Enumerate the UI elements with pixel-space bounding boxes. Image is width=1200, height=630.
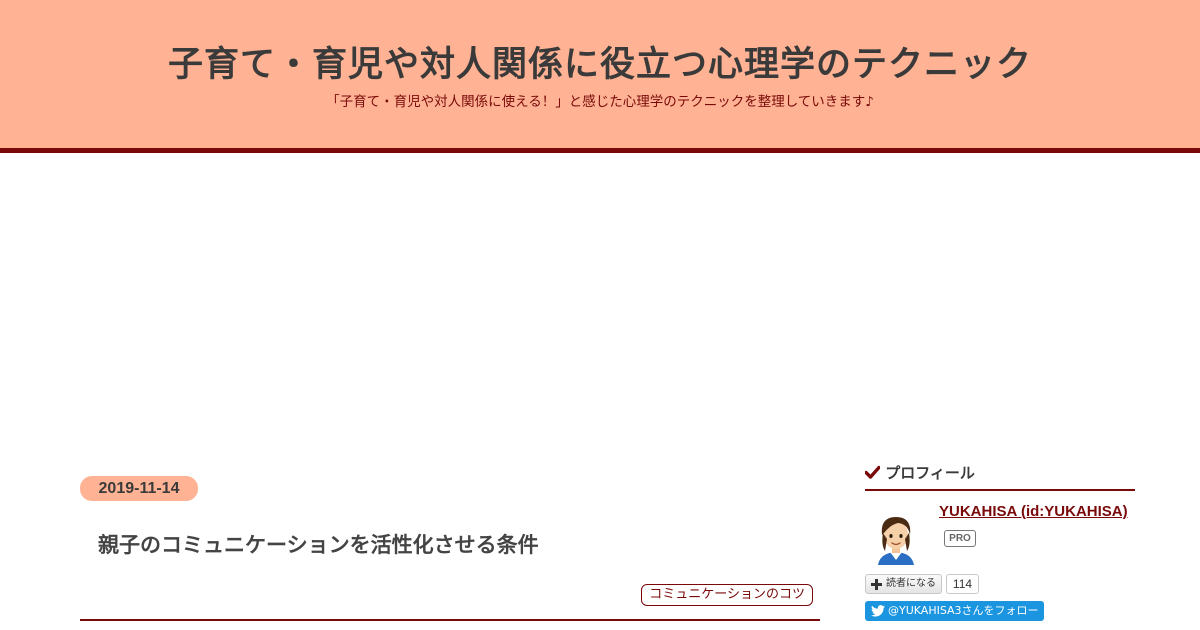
ad-space xyxy=(80,170,820,440)
twitter-follow-label: @YUKAHISA3さんをフォロー xyxy=(888,604,1039,617)
entry-title[interactable]: 親子のコミュニケーションを活性化させる条件 xyxy=(98,529,539,559)
entry-divider xyxy=(80,619,820,621)
site-description: 「子育て・育児や対人関係に使える！」と感じた心理学のテクニックを整理していきます… xyxy=(326,94,874,110)
profile-name-link[interactable]: YUKAHISA (id:YUKAHISA) xyxy=(939,503,1128,520)
category-tag[interactable]: コミュニケーションのコツ xyxy=(641,584,813,606)
entry-date[interactable]: 2019-11-14 xyxy=(80,476,198,501)
subscribe-label: 読者になる xyxy=(886,578,936,589)
check-icon xyxy=(865,465,880,479)
subscribe-button[interactable]: 読者になる xyxy=(865,574,942,594)
site-title[interactable]: 子育て・育児や対人関係に役立つ心理学のテクニック xyxy=(0,36,1200,87)
profile-heading: プロフィール xyxy=(865,462,1135,491)
pro-badge: PRO xyxy=(944,530,976,547)
twitter-bird-icon xyxy=(871,605,885,617)
avatar[interactable] xyxy=(868,509,924,565)
reader-count: 114 xyxy=(946,574,979,594)
plus-icon xyxy=(871,579,882,590)
twitter-follow-button[interactable]: @YUKAHISA3さんをフォロー xyxy=(865,601,1044,621)
profile-heading-label: プロフィール xyxy=(885,464,975,482)
site-header: 子育て・育児や対人関係に役立つ心理学のテクニック 「子育て・育児や対人関係に使え… xyxy=(0,0,1200,153)
